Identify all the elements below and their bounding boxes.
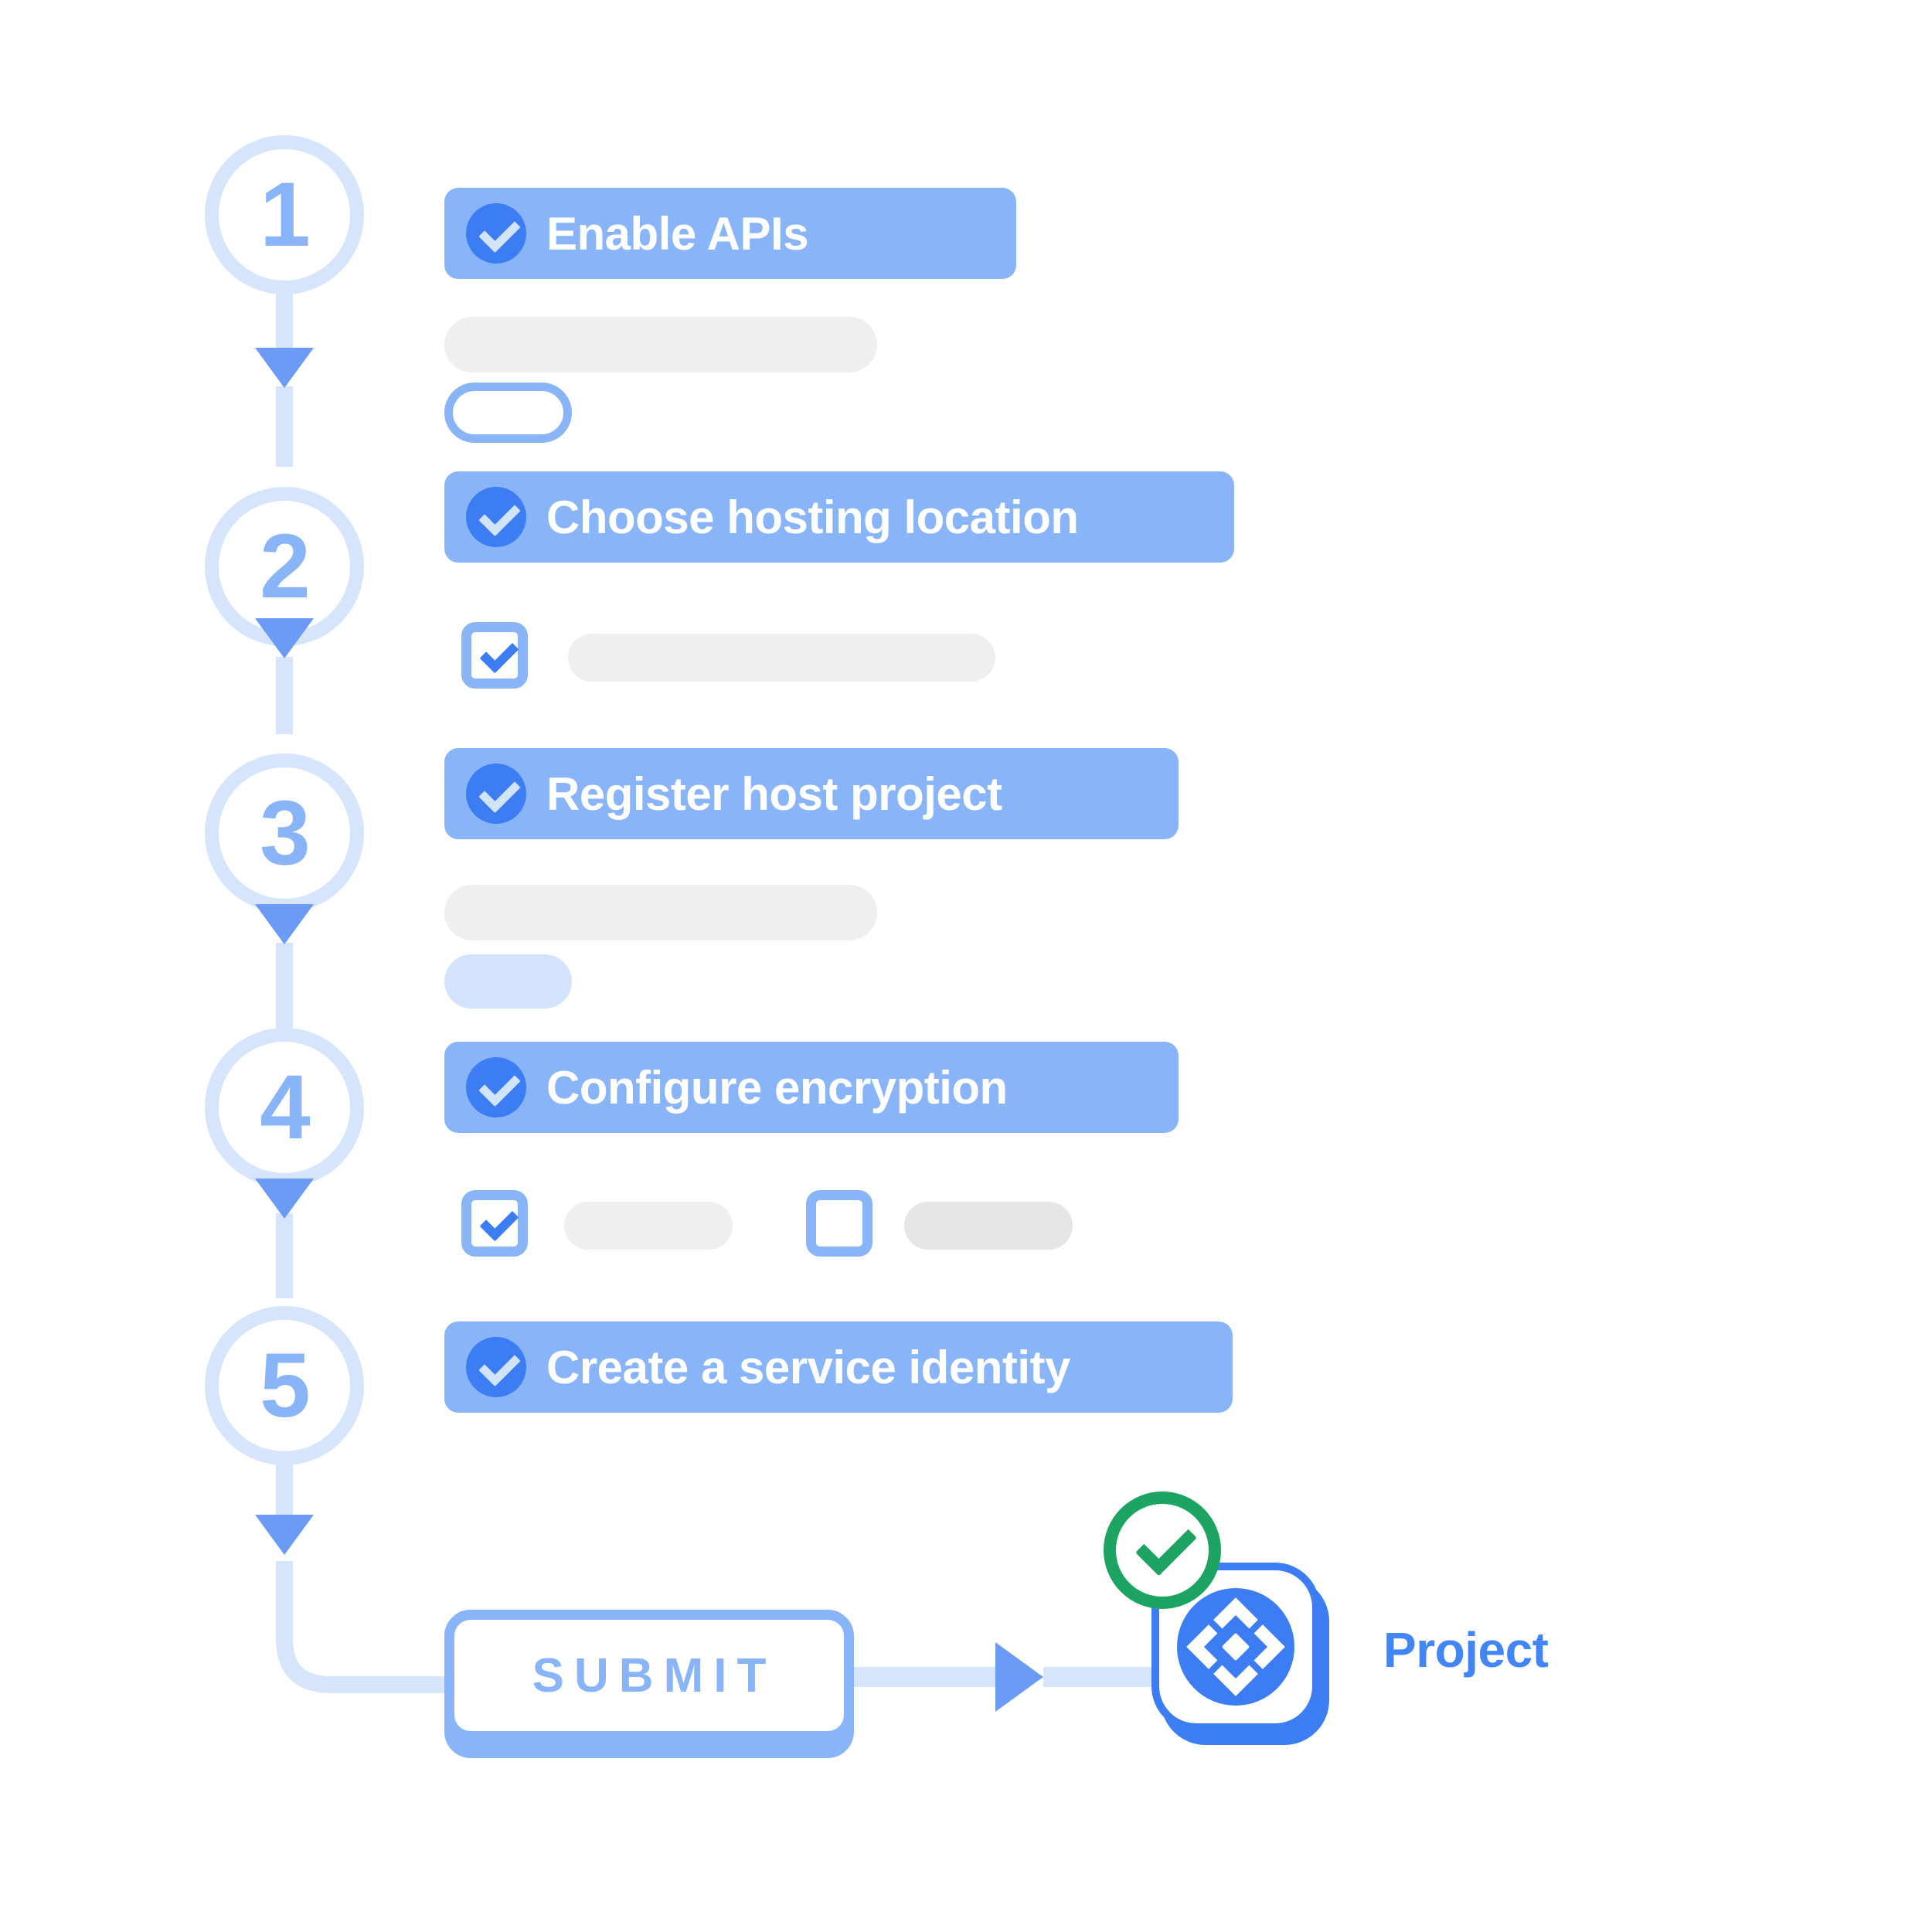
step-marker-5: 5 xyxy=(205,1306,364,1465)
step-label-1: Enable APIs xyxy=(546,207,809,260)
step-label-4: Configure encryption xyxy=(546,1061,1008,1114)
placeholder-bar-accent xyxy=(444,954,572,1009)
step-number-5: 5 xyxy=(260,1335,311,1437)
flow-arrow-down-5-icon xyxy=(255,1515,314,1555)
check-circle-icon xyxy=(466,1057,526,1117)
check-circle-icon xyxy=(466,1337,526,1397)
cloud-project-icon xyxy=(1177,1588,1294,1706)
step-label-5: Create a service identity xyxy=(546,1341,1070,1393)
step-number-3: 3 xyxy=(260,782,311,884)
project-label: Project xyxy=(1383,1622,1549,1678)
check-circle-icon xyxy=(466,203,526,264)
placeholder-bar xyxy=(564,1202,733,1250)
submit-button[interactable]: SUBMIT xyxy=(444,1610,854,1741)
check-circle-icon xyxy=(466,487,526,547)
step-pill-choose-hosting-location[interactable]: Choose hosting location xyxy=(444,471,1234,563)
flow-arrow-down-1-icon xyxy=(255,348,314,388)
step-pill-register-host-project[interactable]: Register host project xyxy=(444,748,1179,839)
flow-arrow-down-2-icon xyxy=(255,618,314,658)
step-pill-configure-encryption[interactable]: Configure encryption xyxy=(444,1042,1179,1133)
placeholder-bar xyxy=(444,885,877,940)
flow-arrow-down-3-icon xyxy=(255,904,314,944)
checkbox-checked[interactable] xyxy=(461,622,528,689)
check-circle-icon xyxy=(466,764,526,824)
step-marker-3: 3 xyxy=(205,753,364,913)
project-node[interactable]: Project xyxy=(1104,1492,1785,1824)
step-marker-1: 1 xyxy=(205,135,364,294)
arrow-right-icon xyxy=(995,1642,1043,1712)
step-label-2: Choose hosting location xyxy=(546,491,1079,543)
step-label-3: Register host project xyxy=(546,767,1002,820)
placeholder-bar xyxy=(568,634,995,682)
step-number-2: 2 xyxy=(260,515,311,617)
step-number-1: 1 xyxy=(260,164,311,266)
submit-button-group[interactable]: SUBMIT xyxy=(444,1610,854,1758)
checkbox-unchecked[interactable] xyxy=(806,1190,872,1257)
flow-arrow-down-4-icon xyxy=(255,1179,314,1219)
outline-pill-field[interactable] xyxy=(444,383,572,443)
step-number-4: 4 xyxy=(260,1056,311,1158)
step-pill-enable-apis[interactable]: Enable APIs xyxy=(444,188,1016,279)
step-marker-4: 4 xyxy=(205,1028,364,1187)
checkbox-checked[interactable] xyxy=(461,1190,528,1257)
workflow-diagram: 1 2 3 4 5 Enable APIs Choose hosting loc… xyxy=(0,0,1932,1932)
step-pill-create-a-service-identity[interactable]: Create a service identity xyxy=(444,1321,1233,1413)
check-circle-success-icon xyxy=(1104,1492,1221,1609)
placeholder-bar xyxy=(904,1202,1073,1250)
placeholder-bar xyxy=(444,317,877,372)
